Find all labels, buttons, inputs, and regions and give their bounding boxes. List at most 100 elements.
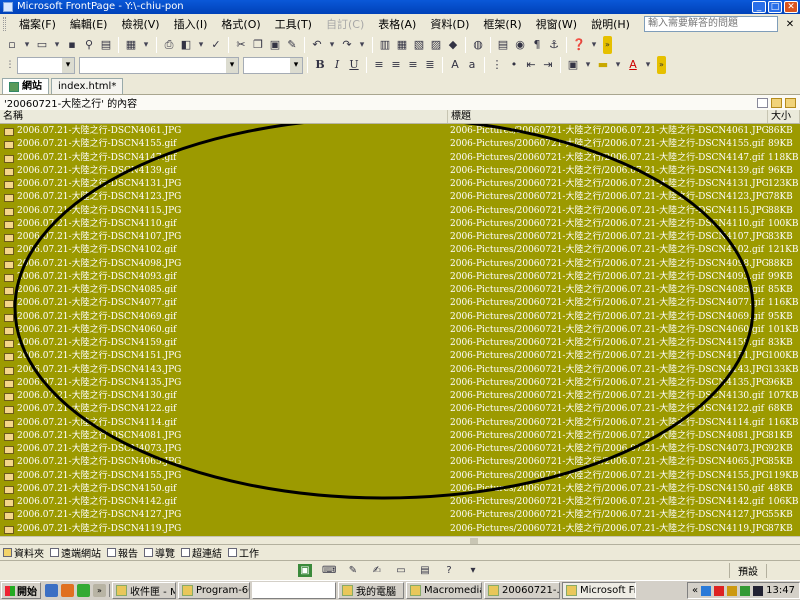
file-row[interactable]: 2006.07.21-大陸之行-DSCN4123.JPG 2006-Picture…	[0, 191, 800, 204]
print-icon[interactable]: ⎙	[161, 37, 177, 53]
new-page-icon[interactable]: ▫	[4, 37, 20, 53]
open-folder-icon[interactable]: ▭	[34, 37, 50, 53]
drawing-icon[interactable]: ◆	[445, 37, 461, 53]
close-button[interactable]: ✕	[784, 1, 798, 13]
file-row[interactable]: 2006.07.21-大陸之行-DSCN4143.JPG 2006-Picture…	[0, 364, 800, 377]
menu-item[interactable]: 檢視(V)	[114, 16, 166, 32]
copy-icon[interactable]: ❐	[250, 37, 266, 53]
redo-icon[interactable]: ↷	[339, 37, 355, 53]
refresh-icon[interactable]: ▤	[495, 37, 511, 53]
taskbar-button[interactable]: 20060721-...	[484, 582, 560, 599]
file-row[interactable]: 2006.07.21-大陸之行-DSCN4061.JPG 2006-Picture…	[0, 125, 800, 138]
menu-item[interactable]: 自訂(C)	[319, 16, 371, 32]
insert-picture-icon[interactable]: ▨	[428, 37, 444, 53]
highlight-icon[interactable]: ▬	[595, 57, 611, 73]
preview-icon[interactable]: ◧	[178, 37, 194, 53]
pen-icon[interactable]: ✎	[346, 564, 360, 577]
borders-dropdown-icon[interactable]: ▾	[582, 57, 594, 73]
help-icon[interactable]: ❓	[571, 37, 587, 53]
redo-dropdown-icon[interactable]: ▾	[356, 37, 368, 53]
anchor-icon[interactable]: ⚓	[546, 37, 562, 53]
view-tab[interactable]: 導覽	[141, 545, 178, 560]
insert-table-icon[interactable]: ▦	[394, 37, 410, 53]
numbering-icon[interactable]: ⋮	[489, 57, 505, 73]
paste-icon[interactable]: ▣	[267, 37, 283, 53]
ie-icon[interactable]	[45, 584, 58, 597]
undo-icon[interactable]: ↶	[309, 37, 325, 53]
tab-website[interactable]: 網站	[2, 78, 49, 94]
view-tab[interactable]: 超連結	[178, 545, 225, 560]
network-icon[interactable]	[701, 585, 712, 596]
up-folder-icon[interactable]	[785, 97, 796, 108]
start-button[interactable]: 開始	[1, 582, 41, 599]
file-row[interactable]: 2006.07.21-大陸之行-DSCN4155.gif 2006-Picture…	[0, 138, 800, 151]
taskbar-button[interactable]: Program-60...	[178, 582, 250, 599]
file-row[interactable]: 2006.07.21-大陸之行-DSCN4135.JPG 2006-Picture…	[0, 377, 800, 390]
menu-item[interactable]: 格式(O)	[214, 16, 267, 32]
highlight-dropdown-icon[interactable]: ▾	[612, 57, 624, 73]
handwriting-icon[interactable]: ✍	[370, 564, 384, 577]
align-right-icon[interactable]: ≡	[405, 57, 421, 73]
increase-font-icon[interactable]: A	[447, 57, 463, 73]
tray-expand-icon[interactable]: «	[692, 585, 698, 596]
font-size-select[interactable]	[243, 56, 303, 74]
pane-dropdown-icon[interactable]: ▾	[140, 37, 152, 53]
horizontal-scrollbar[interactable]	[0, 536, 800, 544]
menu-item[interactable]: 說明(H)	[584, 16, 637, 32]
taskbar-button[interactable]: Microsoft Fr...	[562, 582, 636, 599]
menu-item[interactable]: 表格(A)	[371, 16, 423, 32]
file-row[interactable]: 2006.07.21-大陸之行-DSCN4107.JPG 2006-Picture…	[0, 231, 800, 244]
file-row[interactable]: 2006.07.21-大陸之行-DSCN4150.gif 2006-Picture…	[0, 483, 800, 496]
tab-index-html[interactable]: index.html*	[51, 78, 124, 94]
cut-icon[interactable]: ✂	[233, 37, 249, 53]
column-title[interactable]: 標題	[448, 110, 768, 123]
bold-button[interactable]: B	[312, 57, 328, 73]
undo-dropdown-icon[interactable]: ▾	[326, 37, 338, 53]
new-folder-icon[interactable]	[771, 97, 782, 108]
file-row[interactable]: 2006.07.21-大陸之行-DSCN4147.gif 2006-Picture…	[0, 152, 800, 165]
column-size[interactable]: 大小	[768, 110, 800, 123]
file-row[interactable]: 2006.07.21-大陸之行-DSCN4130.gif 2006-Picture…	[0, 390, 800, 403]
font-select[interactable]	[79, 56, 239, 74]
file-row[interactable]: 2006.07.21-大陸之行-DSCN4142.gif 2006-Picture…	[0, 496, 800, 509]
menu-item[interactable]: 視窗(W)	[529, 16, 584, 32]
file-row[interactable]: 2006.07.21-大陸之行-DSCN4127.JPG 2006-Picture…	[0, 509, 800, 522]
keyboard-icon[interactable]: ⌨	[322, 564, 336, 577]
file-row[interactable]: 2006.07.21-大陸之行-DSCN4110.gif 2006-Picture…	[0, 218, 800, 231]
messenger-icon[interactable]	[740, 585, 751, 596]
file-row[interactable]: 2006.07.21-大陸之行-DSCN4139.gif 2006-Picture…	[0, 165, 800, 178]
file-row[interactable]: 2006.07.21-大陸之行-DSCN4131.JPG 2006-Picture…	[0, 178, 800, 191]
help-dropdown-icon[interactable]: ▾	[588, 37, 600, 53]
file-row[interactable]: 2006.07.21-大陸之行-DSCN4065.JPG 2006-Picture…	[0, 456, 800, 469]
search-icon[interactable]: ⚲	[81, 37, 97, 53]
more-icon[interactable]: »	[93, 584, 106, 597]
file-row[interactable]: 2006.07.21-大陸之行-DSCN4122.gif 2006-Picture…	[0, 403, 800, 416]
help-search-input[interactable]: 輸入需要解答的問題	[644, 16, 778, 32]
file-row[interactable]: 2006.07.21-大陸之行-DSCN4151.JPG 2006-Picture…	[0, 350, 800, 363]
show-all-icon[interactable]: ¶	[529, 37, 545, 53]
column-name[interactable]: 名稱	[0, 110, 448, 123]
desktop-icon[interactable]	[77, 584, 90, 597]
taskbar-button[interactable]: 收件匣 - Mi...	[112, 582, 176, 599]
outlook-icon[interactable]	[61, 584, 74, 597]
open-dropdown-icon[interactable]: ▾	[51, 37, 63, 53]
file-row[interactable]: 2006.07.21-大陸之行-DSCN4098.JPG 2006-Picture…	[0, 258, 800, 271]
italic-button[interactable]: I	[329, 57, 345, 73]
spelling-icon[interactable]: ✓	[208, 37, 224, 53]
document-close-icon[interactable]: ✕	[784, 19, 796, 30]
font-color-icon[interactable]: A	[625, 57, 641, 73]
taskbar-button[interactable]: Macromedia...	[406, 582, 482, 599]
file-row[interactable]: 2006.07.21-大陸之行-DSCN4115.JPG 2006-Picture…	[0, 205, 800, 218]
toolbar-grip[interactable]: ⋮	[4, 57, 16, 73]
file-row[interactable]: 2006.07.21-大陸之行-DSCN4073.JPG 2006-Picture…	[0, 443, 800, 456]
ime-icon[interactable]	[753, 585, 764, 596]
file-row[interactable]: 2006.07.21-大陸之行-DSCN4085.gif 2006-Picture…	[0, 284, 800, 297]
antivirus-icon[interactable]	[714, 585, 725, 596]
style-select[interactable]	[17, 56, 75, 74]
maximize-button[interactable]: □	[768, 1, 782, 13]
tablet-icon[interactable]: ▭	[394, 564, 408, 577]
file-row[interactable]: 2006.07.21-大陸之行-DSCN4077.gif 2006-Picture…	[0, 297, 800, 310]
menu-item[interactable]: 編輯(E)	[63, 16, 115, 32]
file-row[interactable]: 2006.07.21-大陸之行-DSCN4093.gif 2006-Picture…	[0, 271, 800, 284]
bullets-icon[interactable]: •	[506, 57, 522, 73]
